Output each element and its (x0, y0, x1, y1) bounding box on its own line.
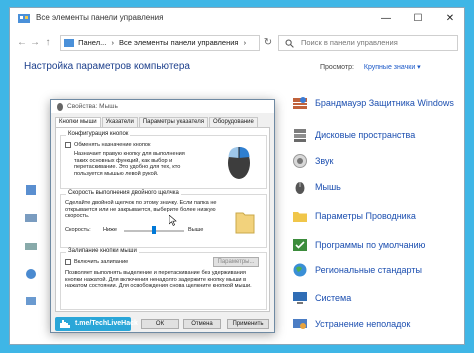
network-icon (26, 297, 36, 305)
double-click-group: Скорость выполнения двойного щелчка Сдел… (60, 190, 267, 248)
control-panel-window: Все элементы панели управления — ☐ ✕ ← →… (9, 7, 465, 345)
group-label: Конфигурация кнопок (66, 131, 131, 137)
search-icon (285, 39, 294, 48)
item-label: Параметры Проводника (315, 211, 416, 221)
ok-button[interactable]: ОК (141, 319, 179, 329)
item-firewall[interactable]: Брандмауэр Защитника Windows (292, 93, 464, 113)
firewall-icon (293, 97, 307, 109)
click-lock-description: Позволяет выполнять выделение и перетаск… (65, 270, 252, 290)
group-label: Залипание кнопки мыши (66, 248, 139, 254)
forward-arrow-icon[interactable]: → (29, 35, 41, 51)
item-label: Устранение неполадок (315, 319, 411, 329)
swap-buttons-label[interactable]: Обменять назначение кнопок (74, 142, 150, 149)
click-lock-group: Залипание кнопки мыши Включить залипание… (60, 248, 267, 310)
item-storage-spaces[interactable]: Дисковые пространства (292, 125, 464, 145)
dialog-tabs: Кнопки мыши Указатели Параметры указател… (55, 117, 259, 127)
page-title: Настройка параметров компьютера (24, 61, 190, 72)
item-sound[interactable]: Звук (292, 151, 464, 171)
refresh-icon[interactable]: ↻ (262, 35, 274, 51)
item-label: Брандмауэр Защитника Windows (315, 98, 454, 108)
sound-icon (293, 154, 307, 168)
region-icon (293, 263, 307, 277)
watermark-text: t.me/TechLiveHack (75, 320, 138, 327)
view-by-label: Просмотр: (320, 64, 354, 71)
click-lock-label[interactable]: Включить залипание (74, 259, 128, 266)
troubleshooting-icon (293, 319, 307, 329)
button-config-group: Конфигурация кнопок Обменять назначение … (60, 131, 267, 189)
click-lock-settings-button[interactable]: Параметры... (213, 257, 259, 267)
address-bar[interactable]: Панел... › Все элементы панели управлени… (60, 35, 260, 51)
hand-logo-icon (60, 320, 70, 328)
minimize-button[interactable]: — (370, 8, 402, 30)
cursor-pointer-icon (169, 215, 177, 226)
item-label: Мышь (315, 182, 341, 192)
item-label: Система (315, 293, 352, 303)
breadcrumb-all-items[interactable]: Все элементы панели управления (119, 36, 238, 50)
item-label: Региональные стандарты (315, 265, 422, 275)
window-title: Все элементы панели управления (36, 13, 164, 22)
mouse-small-icon (57, 103, 63, 111)
item-label: Дисковые пространства (315, 130, 416, 140)
maximize-button[interactable]: ☐ (402, 8, 434, 30)
mouse-icon (295, 182, 305, 194)
close-button[interactable]: ✕ (434, 8, 464, 30)
tab-pointer-options[interactable]: Параметры указателя (138, 117, 209, 127)
item-default-programs[interactable]: Программы по умолчанию (292, 235, 464, 255)
test-folder-icon (235, 212, 255, 234)
watermark-badge: t.me/TechLiveHack (55, 317, 138, 331)
item-system[interactable]: Система (292, 288, 464, 308)
devices-printers-icon (25, 243, 37, 250)
title-bar[interactable]: Все элементы панели управления — ☐ ✕ (10, 8, 464, 30)
item-region[interactable]: Региональные стандарты (292, 260, 464, 280)
speed-slider-thumb[interactable] (152, 226, 156, 234)
mouse-properties-dialog: Свойства: Мышь Кнопки мыши Указатели Пар… (50, 99, 275, 333)
double-click-description: Сделайте двойной щелчок по этому значку.… (65, 200, 217, 220)
device-manager-icon (25, 214, 37, 222)
buttons-tab-panel: Конфигурация кнопок Обменять назначение … (55, 127, 270, 312)
back-arrow-icon[interactable]: ← (16, 35, 28, 51)
ease-of-access-icon (26, 269, 36, 279)
dialog-title: Свойства: Мышь (67, 103, 118, 110)
tab-hardware[interactable]: Оборудование (209, 117, 258, 127)
breadcrumb-separator: › (111, 38, 114, 47)
item-label: Программы по умолчанию (315, 240, 426, 250)
group-label: Скорость выполнения двойного щелчка (66, 190, 181, 196)
view-by: Просмотр: Крупные значки ▾ (320, 63, 421, 71)
control-panel-icon (18, 14, 30, 23)
backup-icon (26, 185, 36, 195)
speed-slow-label: Ниже (103, 227, 118, 233)
mouse-illustration-icon (228, 147, 250, 179)
tab-pointers[interactable]: Указатели (101, 117, 138, 127)
item-label: Звук (315, 156, 334, 166)
storage-spaces-icon (294, 129, 306, 142)
view-by-dropdown[interactable]: Крупные значки ▾ (364, 64, 421, 71)
tab-mouse-buttons[interactable]: Кнопки мыши (55, 117, 101, 127)
system-icon (293, 292, 307, 304)
left-column-icons (24, 183, 42, 323)
apply-button[interactable]: Применить (227, 319, 269, 329)
dialog-title-bar[interactable]: Свойства: Мышь (51, 100, 274, 113)
cancel-button[interactable]: Отмена (183, 319, 221, 329)
breadcrumb-separator: › (243, 38, 247, 47)
item-troubleshooting[interactable]: Устранение неполадок (292, 314, 464, 334)
up-arrow-icon[interactable]: ↑ (42, 35, 54, 51)
breadcrumb-panel[interactable]: Панел... (78, 36, 106, 50)
swap-buttons-description: Назначает правую кнопку для выполнения т… (74, 151, 185, 177)
speed-fast-label: Выше (188, 227, 204, 233)
item-folder-options[interactable]: Параметры Проводника (292, 206, 464, 226)
address-row: ← → ↑ Панел... › Все элементы панели упр… (10, 32, 464, 54)
folder-options-icon (293, 212, 307, 222)
item-mouse[interactable]: Мышь (292, 177, 464, 197)
search-input[interactable]: Поиск в панели управления (278, 35, 458, 51)
click-lock-checkbox[interactable] (65, 259, 71, 265)
control-panel-small-icon (64, 39, 74, 48)
speed-label: Скорость: (65, 227, 91, 233)
default-programs-icon (293, 239, 307, 251)
swap-buttons-checkbox[interactable] (65, 142, 71, 148)
